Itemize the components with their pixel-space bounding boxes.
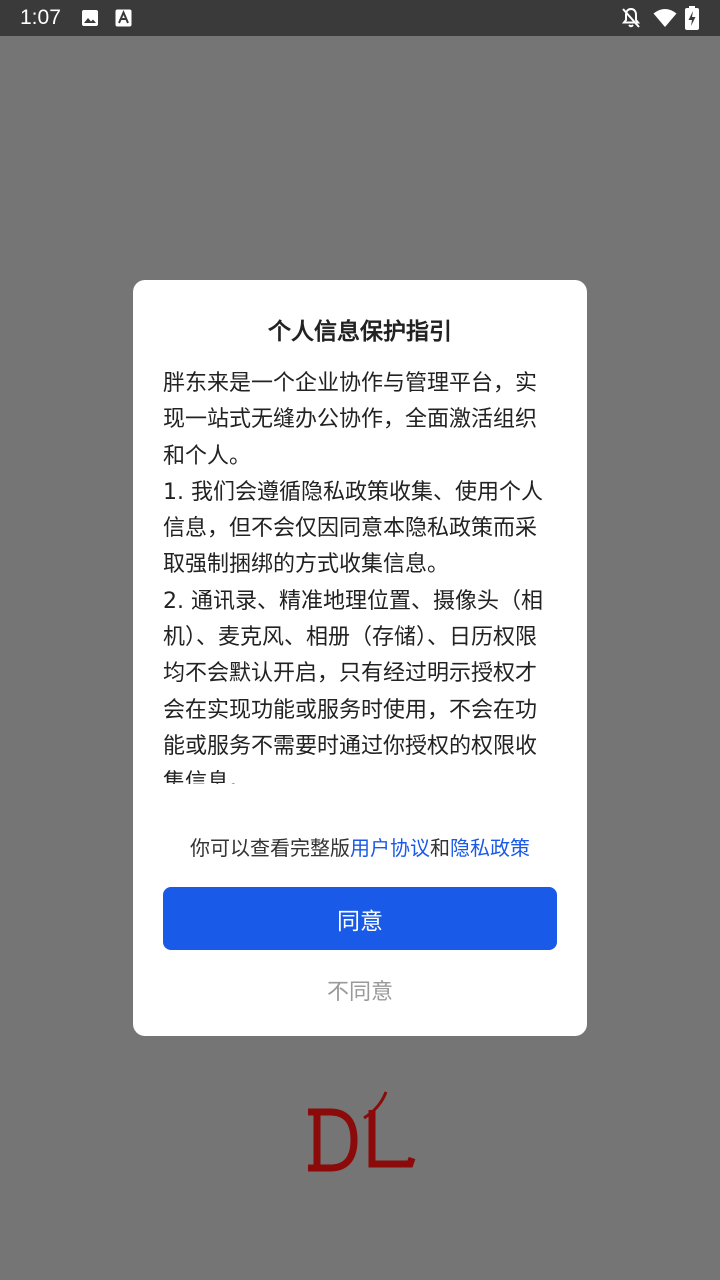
disagree-button[interactable]: 不同意 xyxy=(260,970,460,1010)
dl-logo xyxy=(308,1091,416,1172)
wifi-icon xyxy=(653,9,677,27)
policy-connector-text: 和 xyxy=(430,836,450,860)
image-icon xyxy=(82,10,98,26)
user-agreement-link[interactable]: 用户协议 xyxy=(350,836,430,860)
privacy-policy-link[interactable]: 隐私政策 xyxy=(450,836,530,860)
policy-prefix-text: 你可以查看完整版 xyxy=(190,836,350,860)
privacy-dialog: 个人信息保护指引 胖东来是一个企业协作与管理平台，实现一站式无缝办公协作，全面激… xyxy=(133,280,587,1036)
policy-item-1: 1. 我们会遵循隐私政策收集、使用个人信息，但不会仅因同意本隐私政策而采取强制捆… xyxy=(163,479,543,578)
status-bar: 1:07 xyxy=(0,0,720,36)
intro-paragraph: 胖东来是一个企业协作与管理平台，实现一站式无缝办公协作，全面激活组织和个人。 xyxy=(163,371,538,469)
battery-charging-icon xyxy=(685,6,699,30)
notifications-off-icon xyxy=(621,7,641,28)
policy-links-line: 你可以查看完整版用户协议和隐私政策 xyxy=(133,833,587,863)
dialog-title: 个人信息保护指引 xyxy=(268,319,452,345)
agree-button[interactable]: 同意 xyxy=(163,887,557,950)
dialog-body-scroll[interactable]: 胖东来是一个企业协作与管理平台，实现一站式无缝办公协作，全面激活组织和个人。 1… xyxy=(163,366,557,784)
text-a-icon xyxy=(115,9,132,27)
policy-item-2: 2. 通讯录、精准地理位置、摄像头（相机）、麦克风、相册（存储）、日历权限均不会… xyxy=(163,588,543,784)
status-time: 1:07 xyxy=(20,6,61,29)
